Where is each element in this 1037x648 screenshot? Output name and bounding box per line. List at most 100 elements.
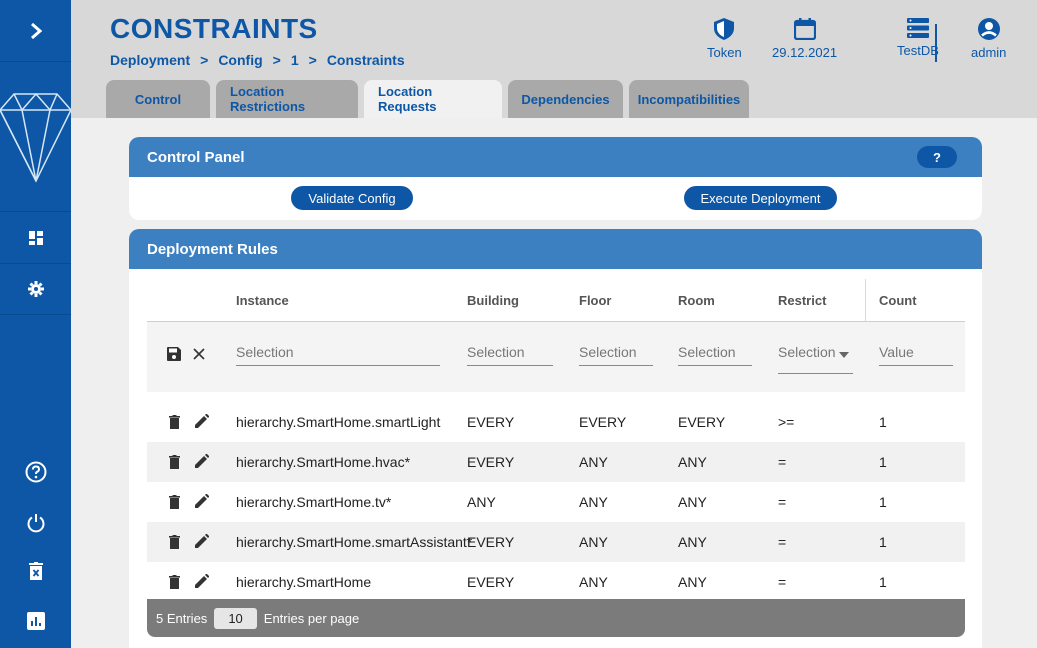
diamond-logo: [0, 88, 72, 183]
breadcrumb-config[interactable]: Config: [218, 52, 262, 68]
column-header-instance[interactable]: Instance: [236, 293, 289, 308]
cell-restrict: =: [778, 454, 787, 470]
cell-building: EVERY: [467, 414, 515, 430]
cell-restrict: =: [778, 494, 787, 510]
room-filter-input[interactable]: Selection: [678, 344, 752, 366]
pencil-icon[interactable]: [195, 574, 209, 588]
power-icon: [27, 514, 44, 533]
token-widget[interactable]: Token: [707, 18, 742, 60]
cell-room: ANY: [678, 494, 707, 510]
column-header-room[interactable]: Room: [678, 293, 715, 308]
table-pagination-footer: 5 Entries 10 Entries per page: [147, 599, 965, 637]
count-filter-input[interactable]: Value: [879, 344, 953, 366]
trash-icon[interactable]: [169, 415, 180, 429]
delete-database-button[interactable]: [0, 551, 71, 591]
trash-icon[interactable]: [169, 495, 180, 509]
breadcrumb-id[interactable]: 1: [291, 52, 299, 68]
breadcrumb-separator: >: [272, 52, 281, 68]
user-label: admin: [971, 45, 1007, 60]
sidebar-item-dashboard[interactable]: [0, 211, 71, 263]
trash-icon[interactable]: [169, 535, 180, 549]
breadcrumb-separator: >: [308, 52, 317, 68]
cell-building: EVERY: [467, 454, 515, 470]
cell-building: EVERY: [467, 574, 515, 590]
gear-icon: [27, 281, 44, 297]
cell-instance: hierarchy.SmartHome.hvac*: [236, 454, 411, 470]
pencil-icon[interactable]: [195, 534, 209, 548]
table-row[interactable]: hierarchy.SmartHome.smartLight EVERY EVE…: [147, 402, 965, 442]
column-header-floor[interactable]: Floor: [579, 293, 612, 308]
column-header-building[interactable]: Building: [467, 293, 519, 308]
entries-per-page-label: Entries per page: [263, 610, 360, 626]
tab-dependencies[interactable]: Dependencies: [508, 80, 623, 118]
shield-icon: [714, 18, 735, 40]
column-header-restrict[interactable]: Restrict: [778, 293, 826, 308]
table-row[interactable]: hierarchy.SmartHome.tv* ANY ANY ANY = 1: [147, 482, 965, 522]
column-divider: [865, 279, 866, 321]
control-panel-title: Control Panel: [147, 148, 245, 166]
table-row[interactable]: hierarchy.SmartHome EVERY ANY ANY = 1: [147, 562, 965, 602]
user-widget[interactable]: admin: [971, 18, 1006, 60]
cell-room: EVERY: [678, 414, 726, 430]
database-widget[interactable]: TestDB: [897, 18, 939, 58]
tab-bar: Control Location Restrictions Location R…: [106, 80, 749, 118]
app-root: CONSTRAINTS Deployment > Config > 1 > Co…: [0, 0, 1037, 648]
deployment-rules-header: Deployment Rules: [129, 229, 982, 269]
deployment-rules-panel: Deployment Rules Instance Building Floor…: [129, 229, 982, 648]
trash-icon[interactable]: [169, 575, 180, 589]
cell-floor: ANY: [579, 574, 608, 590]
breadcrumb-separator: >: [200, 52, 209, 68]
table-row[interactable]: hierarchy.SmartHome.smartAssistant* EVER…: [147, 522, 965, 562]
pencil-icon[interactable]: [195, 414, 209, 428]
instance-filter-input[interactable]: Selection: [236, 344, 440, 366]
restrict-filter-select[interactable]: Selection: [778, 344, 853, 374]
cell-count: 1: [879, 574, 887, 590]
validate-config-button[interactable]: Validate Config: [291, 186, 413, 210]
sidebar-expand-button[interactable]: [0, 0, 71, 62]
building-filter-input[interactable]: Selection: [467, 344, 553, 366]
statistics-button[interactable]: [0, 601, 71, 641]
page-title: CONSTRAINTS: [110, 13, 318, 44]
floor-filter-input[interactable]: Selection: [579, 344, 653, 366]
cell-restrict: =: [778, 574, 787, 590]
cell-building: ANY: [467, 494, 496, 510]
tab-location-requests[interactable]: Location Requests: [364, 80, 502, 118]
tab-incompatibilities[interactable]: Incompatibilities: [629, 80, 749, 118]
tab-location-restrictions[interactable]: Location Restrictions: [216, 80, 358, 118]
cell-count: 1: [879, 414, 887, 430]
execute-deployment-button[interactable]: Execute Deployment: [684, 186, 837, 210]
control-panel-header: Control Panel ?: [129, 137, 982, 177]
database-label: TestDB: [897, 43, 939, 58]
cell-room: ANY: [678, 574, 707, 590]
cell-building: EVERY: [467, 534, 515, 550]
date-widget[interactable]: 29.12.2021: [772, 18, 837, 60]
table-row[interactable]: hierarchy.SmartHome.hvac* EVERY ANY ANY …: [147, 442, 965, 482]
cell-restrict: >=: [778, 414, 795, 430]
sidebar-item-settings[interactable]: [0, 263, 71, 315]
cell-instance: hierarchy.SmartHome.tv*: [236, 494, 392, 510]
help-circle-icon: [25, 461, 46, 483]
token-label: Token: [707, 45, 742, 60]
user-avatar-icon: [977, 18, 1000, 40]
dropdown-arrow-icon: [839, 352, 849, 358]
trash-icon[interactable]: [169, 455, 180, 469]
breadcrumb-deployment[interactable]: Deployment: [110, 52, 190, 68]
cell-instance: hierarchy.SmartHome: [236, 574, 372, 590]
restrict-filter-value: Selection: [778, 344, 836, 360]
entries-per-page-select[interactable]: 10: [214, 607, 257, 629]
breadcrumb-constraints: Constraints: [326, 52, 405, 68]
close-icon[interactable]: [193, 348, 205, 360]
help-button-panel[interactable]: ?: [917, 146, 957, 168]
help-button[interactable]: [0, 452, 71, 492]
sidebar: [0, 0, 72, 648]
cell-count: 1: [879, 494, 887, 510]
breadcrumb: Deployment > Config > 1 > Constraints: [110, 52, 405, 68]
pencil-icon[interactable]: [195, 454, 209, 468]
cell-floor: EVERY: [579, 414, 627, 430]
column-header-count[interactable]: Count: [879, 293, 917, 308]
logout-button[interactable]: [0, 503, 71, 543]
tab-control[interactable]: Control: [106, 80, 210, 118]
cell-count: 1: [879, 454, 887, 470]
save-icon[interactable]: [167, 347, 181, 361]
pencil-icon[interactable]: [195, 494, 209, 508]
